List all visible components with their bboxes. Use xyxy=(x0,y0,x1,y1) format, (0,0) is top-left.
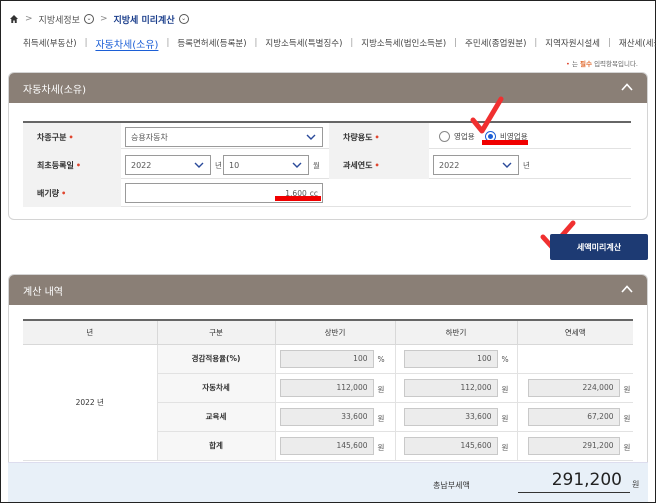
annotation-underline xyxy=(482,140,528,145)
annotation-underline xyxy=(275,196,321,201)
first-half-value: 145,600 xyxy=(279,436,374,455)
vehicle-tax-form-panel: 자동차세(소유) 차종구분 • 승용자동차 차량용도 • 영업용 비영업용 최초… xyxy=(8,72,648,220)
form-row-displacement: 배기량 • 1,600 cc xyxy=(23,179,631,207)
tax-tabs: 취득세(부동산) | 자동차세(소유) | 등록면허세(등록분) | 지방소득세… xyxy=(21,36,656,51)
tax-year-select[interactable]: 2022 xyxy=(433,155,519,175)
table-row: 2022 년 경감적용율(%) 100 % 100 % xyxy=(23,344,633,461)
row-label: 자동차세 xyxy=(156,373,275,403)
first-reg-year-select[interactable]: 2022 xyxy=(125,155,211,175)
tab-property-tax-special[interactable]: 재산세(세율특례) xyxy=(617,37,656,49)
first-half-value: 100 xyxy=(279,349,374,368)
tab-local-income-tax-withholding[interactable]: 지방소득세(특별징수) xyxy=(263,37,344,49)
total-unit: 원 xyxy=(632,480,640,489)
second-half-value: 112,000 xyxy=(403,378,498,397)
table-header-row: 년 구분 상반기 하반기 연세액 xyxy=(23,319,633,345)
total-value: 291,200 xyxy=(518,468,630,493)
annual-value: 67,200 xyxy=(527,407,620,426)
panel-title: 자동차세(소유) xyxy=(23,84,87,96)
col-second-half: 하반기 xyxy=(394,319,517,345)
home-icon[interactable] xyxy=(9,14,19,24)
calculate-tax-button[interactable]: 세액미리계산 xyxy=(550,234,648,260)
col-year: 년 xyxy=(23,319,157,345)
col-category: 구분 xyxy=(156,319,275,345)
breadcrumb-level2[interactable]: 지방세 미리계산 xyxy=(114,13,175,26)
second-half-value: 145,600 xyxy=(403,436,498,455)
tab-acquisition-tax[interactable]: 취득세(부동산) xyxy=(21,37,79,49)
tab-registration-license-tax[interactable]: 등록면허세(등록분) xyxy=(175,37,248,49)
first-registration-label: 최초등록일 • xyxy=(23,151,121,179)
chevron-down-icon xyxy=(194,162,204,168)
chevron-up-icon[interactable] xyxy=(621,283,633,295)
checkmark-annotation-icon xyxy=(470,96,504,134)
tab-local-income-tax-corporate[interactable]: 지방소득세(법인소득분) xyxy=(359,37,448,49)
chevron-down-icon xyxy=(502,162,512,168)
tab-vehicle-tax[interactable]: 자동차세(소유) xyxy=(93,36,160,51)
col-annual: 연세액 xyxy=(516,319,633,345)
second-half-value: 100 xyxy=(403,349,498,368)
total-tax-bar: 총납부세액 291,200 원 xyxy=(8,462,648,502)
first-half-value: 112,000 xyxy=(279,378,374,397)
total-label: 총납부세액 xyxy=(433,481,470,490)
breadcrumb: > 지방세정보 ⌄ > 지방세 미리계산 ⌄ xyxy=(9,12,189,26)
annual-value: 224,000 xyxy=(527,378,620,397)
panel-title: 계산 내역 xyxy=(23,286,63,298)
form-row-type: 차종구분 • 승용자동차 차량용도 • 영업용 비영업용 xyxy=(23,121,631,151)
breadcrumb-separator: > xyxy=(99,14,108,24)
displacement-label: 배기량 • xyxy=(23,179,121,207)
calculation-result-panel: 계산 내역 년 구분 상반기 하반기 연세액 2022 년 경감적용율(%) 1… xyxy=(8,274,648,464)
chevron-up-icon[interactable] xyxy=(621,81,633,93)
col-first-half: 상반기 xyxy=(274,319,395,345)
first-reg-month-select[interactable]: 10 xyxy=(223,155,309,175)
required-note: • 는 필수 입력항목입니다. xyxy=(566,60,638,68)
row-label: 합계 xyxy=(156,431,275,461)
tab-resident-tax[interactable]: 주민세(종업원분) xyxy=(463,37,528,49)
panel-header: 자동차세(소유) xyxy=(9,73,647,103)
tab-regional-resource-tax[interactable]: 지역자원시설세 xyxy=(543,37,602,49)
result-table: 년 구분 상반기 하반기 연세액 2022 년 경감적용율(%) 100 % 1… xyxy=(23,319,633,461)
chevron-down-icon xyxy=(306,134,316,140)
annual-value: 291,200 xyxy=(527,436,620,455)
chevron-down-icon xyxy=(292,162,302,168)
second-half-value: 33,600 xyxy=(403,407,498,426)
vehicle-type-select[interactable]: 승용자동차 xyxy=(125,127,323,147)
chevron-down-circle-icon[interactable]: ⌄ xyxy=(178,14,189,24)
first-half-value: 33,600 xyxy=(279,407,374,426)
chevron-down-circle-icon[interactable]: ⌄ xyxy=(83,14,94,24)
panel-header: 계산 내역 xyxy=(9,275,647,305)
row-label: 경감적용율(%) xyxy=(156,344,275,374)
form-row-registration: 최초등록일 • 2022 년 10 월 과세연도 • 2022 년 xyxy=(23,151,631,179)
vehicle-use-label: 차량용도 • xyxy=(329,123,429,151)
breadcrumb-level1[interactable]: 지방세정보 xyxy=(39,13,80,26)
vehicle-type-label: 차종구분 • xyxy=(23,123,121,151)
breadcrumb-separator: > xyxy=(25,14,33,24)
row-label: 교육세 xyxy=(156,402,275,432)
year-cell: 2022 년 xyxy=(23,344,157,461)
tax-year-label: 과세연도 • xyxy=(329,151,429,179)
